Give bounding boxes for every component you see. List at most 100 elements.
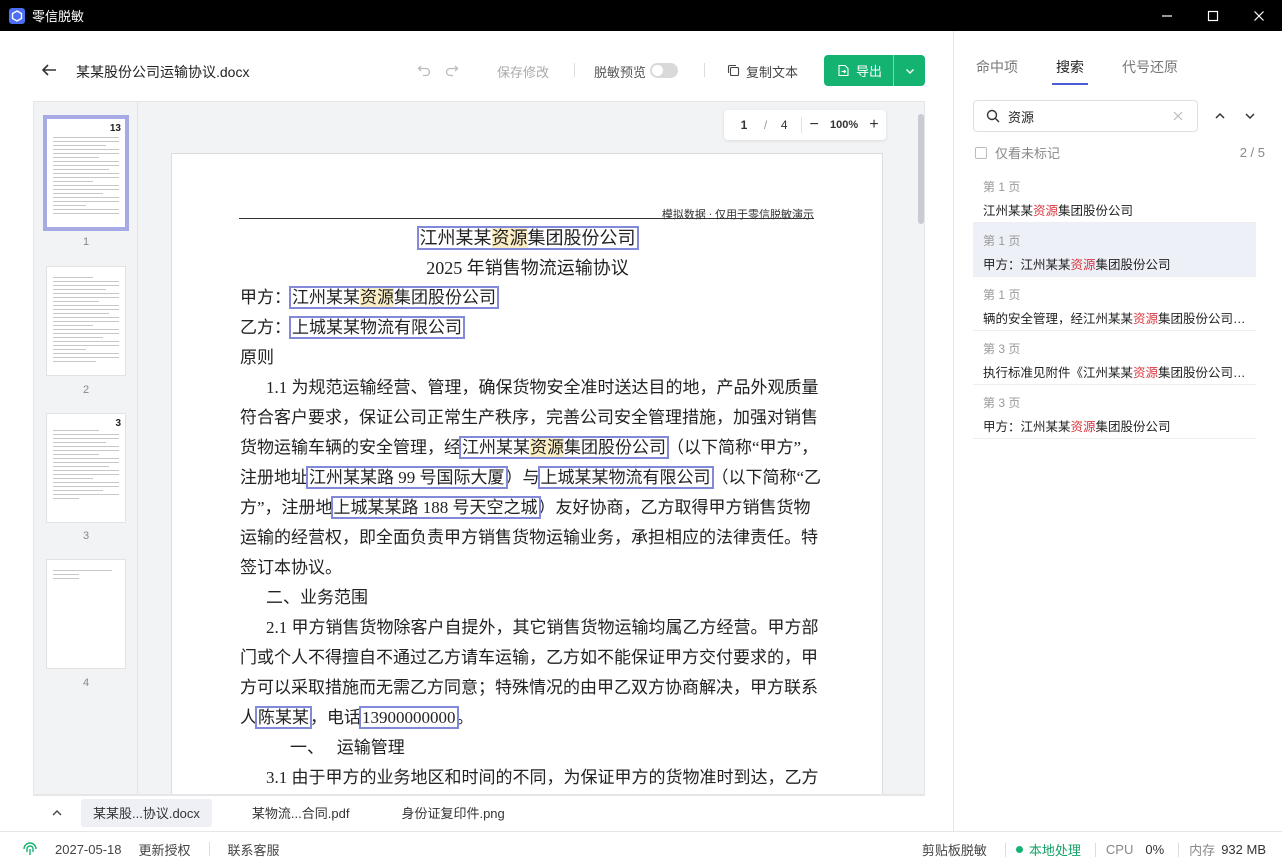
vertical-scrollbar[interactable] bbox=[918, 114, 924, 224]
entity-person-name[interactable]: 陈某某 bbox=[255, 706, 312, 729]
thumbnail-number: 1 bbox=[82, 236, 90, 248]
next-match-button[interactable] bbox=[1239, 105, 1261, 127]
paragraph-line: 人陈某某，电话13900000000。 bbox=[240, 706, 474, 729]
current-page[interactable]: 1 bbox=[724, 118, 764, 132]
only-unmarked-checkbox[interactable] bbox=[975, 146, 987, 159]
thumbnail-page-2[interactable] bbox=[46, 266, 126, 376]
status-dot bbox=[1015, 846, 1023, 853]
entity-company-a[interactable]: 江州某某资源集团股份公司 bbox=[289, 286, 499, 309]
app-title: 零信脱敏 bbox=[32, 9, 85, 24]
export-label: 导出 bbox=[856, 64, 883, 79]
paragraph-line: 3.1 由于甲方的业务地区和时间的不同，为保证甲方的货物准时到达，乙方 bbox=[266, 768, 819, 787]
export-button[interactable]: 导出 bbox=[824, 55, 893, 86]
export-dropdown-button[interactable] bbox=[894, 55, 925, 86]
entity-company-a[interactable]: 江州某某资源集团股份公司 bbox=[459, 436, 669, 459]
total-pages: 4 bbox=[780, 118, 788, 132]
redo-button[interactable] bbox=[445, 63, 459, 77]
copy-icon[interactable] bbox=[727, 64, 740, 77]
tab-hits[interactable]: 命中项 bbox=[976, 57, 1018, 87]
main-area: 某某股份公司运输协议.docx 保存修改 脱敏预览 复制文本 导出 13 1 2… bbox=[0, 31, 953, 831]
search-result-item[interactable]: 第 1 页 甲方：江州某某资源集团股份公司 bbox=[973, 223, 1256, 277]
license-date: 2027-05-18 bbox=[55, 841, 122, 857]
toolbar-divider bbox=[704, 63, 705, 77]
maximize-button[interactable] bbox=[1190, 0, 1236, 31]
redo-icon bbox=[445, 65, 459, 77]
file-tab[interactable]: 某物流...合同.pdf bbox=[240, 799, 362, 827]
thumbnail-page-3[interactable]: 3 bbox=[46, 413, 126, 523]
zoom-in-button[interactable]: + bbox=[862, 116, 886, 134]
memory-label: 内存 bbox=[1189, 843, 1216, 858]
search-input[interactable] bbox=[1008, 108, 1168, 124]
thumbnail-page-1[interactable]: 13 bbox=[43, 115, 129, 231]
tab-code-restore[interactable]: 代号还原 bbox=[1122, 57, 1178, 87]
clipboard-redact-button[interactable]: 剪贴板脱敏 bbox=[922, 840, 987, 859]
local-processing-status: 本地处理 bbox=[1028, 843, 1081, 858]
entity-address-a[interactable]: 江州某某路 99 号国际大厦 bbox=[306, 466, 508, 489]
arrow-left-icon bbox=[41, 64, 56, 76]
paragraph-line: 方”，注册地上城某某路 188 号天空之城）友好协商，乙方取得甲方销售货物 bbox=[240, 496, 811, 519]
paragraph-line: 注册地址江州某某路 99 号国际大厦）与上城某某物流有限公司（以下简称“乙 bbox=[240, 466, 822, 489]
paragraph-line: 1.1 为规范运输经营、管理，确保货物安全准时送达目的地，产品外观质量 bbox=[266, 378, 819, 397]
save-button[interactable]: 保存修改 bbox=[497, 62, 549, 81]
doc-subtitle: 2025 年销售物流运输协议 bbox=[426, 258, 629, 278]
search-result-item[interactable]: 第 3 页 甲方：江州某某资源集团股份公司 bbox=[973, 385, 1256, 439]
undo-icon bbox=[417, 65, 431, 77]
thumbnail-number: 3 bbox=[82, 530, 90, 542]
search-keyword: 资源 bbox=[530, 438, 564, 457]
preview-toggle[interactable] bbox=[650, 63, 678, 78]
right-panel: 命中项 搜索 代号还原 仅看未标记 2 / 5 第 1 页 江州某某资源集团股份… bbox=[953, 31, 1282, 831]
search-result-item[interactable]: 第 1 页 江州某某资源集团股份公司 bbox=[973, 169, 1256, 223]
undo-button[interactable] bbox=[417, 63, 431, 77]
paragraph-line: 运输的经营权，即全面负责甲方销售货物运输业务，承担相应的法律责任。特 bbox=[240, 528, 818, 547]
paragraph-line: 货物运输车辆的安全管理，经江州某某资源集团股份公司（以下简称“甲方”， bbox=[240, 436, 819, 459]
file-tab[interactable]: 某某股...协议.docx bbox=[81, 798, 212, 827]
minimize-icon bbox=[1162, 14, 1172, 17]
filter-row: 仅看未标记 2 / 5 bbox=[975, 143, 1265, 162]
chevron-down-icon bbox=[1245, 113, 1255, 120]
chevron-up-icon bbox=[1215, 112, 1225, 119]
entity-address-b[interactable]: 上城某某路 188 号天空之城 bbox=[330, 496, 541, 519]
back-button[interactable] bbox=[40, 61, 58, 79]
entity-company-b[interactable]: 上城某某物流有限公司 bbox=[289, 316, 465, 339]
party-a-line: 甲方：江州某某资源集团股份公司 bbox=[240, 286, 499, 309]
clear-icon[interactable] bbox=[1172, 110, 1184, 122]
thumbnail-hit-count: 13 bbox=[109, 123, 121, 134]
entity-company-b[interactable]: 上城某某物流有限公司 bbox=[537, 466, 714, 489]
section-heading: 二、业务范围 bbox=[266, 588, 368, 607]
entity-phone[interactable]: 13900000000 bbox=[359, 706, 459, 729]
panel-tabs: 命中项 搜索 代号还原 bbox=[976, 57, 1216, 87]
document-title: 某某股份公司运输协议.docx bbox=[76, 64, 250, 80]
party-b-line: 乙方：上城某某物流有限公司 bbox=[240, 316, 465, 339]
search-icon bbox=[986, 109, 1000, 123]
export-button-group: 导出 bbox=[824, 55, 925, 86]
file-tab[interactable]: 身份证复印件.png bbox=[389, 799, 516, 827]
contact-support-link[interactable]: 联系客服 bbox=[228, 840, 280, 859]
maximize-icon bbox=[1207, 10, 1219, 21]
renew-license-link[interactable]: 更新授权 bbox=[139, 840, 191, 859]
memory-value: 932 MB bbox=[1221, 842, 1266, 857]
page-header: 模拟数据 · 仅用于零信脱敏演示 bbox=[661, 209, 814, 221]
page-area: 1 / 4 − 100% + 模拟数据 · 仅用于零信脱敏演示 江州某某资源集团… bbox=[138, 102, 924, 794]
doc-heading: 江州某某资源集团股份公司 bbox=[240, 226, 815, 250]
previous-match-button[interactable] bbox=[1209, 105, 1231, 127]
search-result-item[interactable]: 第 3 页 执行标准见附件《江州某某资源集团股份公司20... bbox=[973, 331, 1256, 385]
thumbnail-sidebar: 13 1 2 3 3 4 bbox=[34, 102, 138, 794]
status-bar: 2027-05-18 更新授权 联系客服 剪贴板脱敏 本地处理 CPU 0% 内… bbox=[0, 831, 1282, 866]
copy-text-button[interactable]: 复制文本 bbox=[746, 62, 798, 81]
thumbnail-number: 2 bbox=[82, 384, 90, 396]
close-button[interactable] bbox=[1236, 0, 1282, 31]
match-count: 2 / 5 bbox=[1239, 145, 1265, 160]
minimize-button[interactable] bbox=[1144, 0, 1190, 31]
thumbnail-number: 4 bbox=[82, 677, 90, 689]
chevron-up-icon bbox=[52, 809, 62, 815]
pager: 1 / 4 − 100% + bbox=[724, 110, 886, 140]
entity-company-a[interactable]: 江州某某资源集团股份公司 bbox=[416, 226, 639, 250]
thumbnail-page-4[interactable] bbox=[46, 559, 126, 669]
search-keyword: 资源 bbox=[491, 228, 528, 248]
zoom-out-button[interactable]: − bbox=[802, 116, 826, 134]
expand-tabs-button[interactable] bbox=[33, 807, 81, 819]
tab-search[interactable]: 搜索 bbox=[1052, 57, 1088, 87]
paragraph-line: 符合客户要求，保证公司正常生产秩序，完善公司安全管理措施，加强对销售 bbox=[240, 408, 818, 427]
paragraph-line: 2.1 甲方销售货物除客户自提外，其它销售货物运输均属乙方经营。甲方部 bbox=[266, 618, 819, 637]
search-result-item[interactable]: 第 1 页 辆的安全管理，经江州某某资源集团股份公司（... bbox=[973, 277, 1256, 331]
